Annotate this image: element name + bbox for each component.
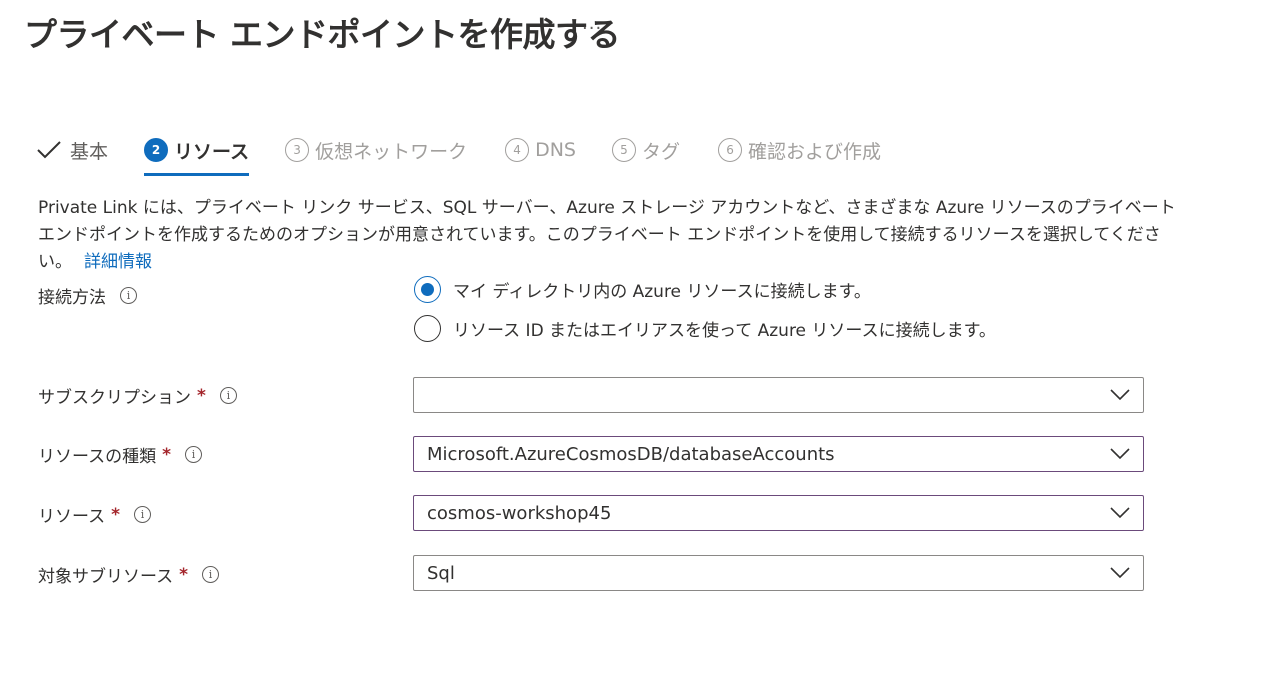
- selected-value: Microsoft.AzureCosmosDB/databaseAccounts: [427, 443, 835, 465]
- tab-resource[interactable]: 2 リソース: [144, 132, 250, 176]
- required-marker: *: [111, 504, 121, 525]
- selected-value: cosmos-workshop45: [427, 502, 612, 524]
- connection-method-label: 接続方法 i: [38, 283, 137, 308]
- resource-label: リソース * i: [38, 502, 152, 527]
- required-marker: *: [197, 385, 206, 406]
- learn-more-link[interactable]: 詳細情報: [84, 252, 152, 272]
- subscription-label: サブスクリプション * i: [38, 383, 237, 408]
- tab-virtual-network[interactable]: 3 仮想ネットワーク: [285, 132, 467, 168]
- info-icon[interactable]: i: [202, 566, 220, 583]
- info-icon[interactable]: i: [120, 287, 137, 304]
- resource-type-label: リソースの種類 * i: [38, 442, 203, 467]
- field-label: リソースの種類: [38, 447, 157, 467]
- chevron-down-icon: [1110, 448, 1130, 460]
- tab-basics[interactable]: 基本: [36, 132, 108, 168]
- step-number: 3: [285, 138, 310, 162]
- step-number: 6: [718, 138, 743, 162]
- create-private-endpoint-page: プライベート エンドポイントを作成する ··· 基本 2 リソース 3 仮想ネッ…: [0, 0, 1288, 680]
- radio-label: リソース ID またはエイリアスを使って Azure リソースに接続します。: [453, 321, 996, 341]
- tab-review-create[interactable]: 6 確認および作成: [718, 132, 881, 168]
- radio-my-directory[interactable]: マイ ディレクトリ内の Azure リソースに接続します。: [414, 276, 871, 303]
- step-number: 2: [144, 138, 169, 162]
- target-subresource-dropdown[interactable]: Sql: [413, 555, 1144, 591]
- field-label: リソース: [38, 507, 106, 527]
- chevron-down-icon: [1110, 389, 1130, 401]
- subscription-dropdown[interactable]: [413, 377, 1144, 413]
- radio-label: マイ ディレクトリ内の Azure リソースに接続します。: [453, 282, 871, 302]
- tab-label: DNS: [535, 139, 576, 161]
- tab-label: 確認および作成: [748, 140, 882, 163]
- tab-label: タグ: [642, 140, 681, 163]
- field-label: 対象サブリソース: [38, 567, 174, 587]
- required-marker: *: [179, 564, 189, 585]
- more-options-button[interactable]: ···: [582, 18, 602, 39]
- title-row: プライベート エンドポイントを作成する: [24, 8, 621, 56]
- tab-label: リソース: [174, 140, 250, 163]
- field-label: サブスクリプション: [38, 388, 191, 408]
- info-icon[interactable]: i: [219, 387, 237, 404]
- resource-type-dropdown[interactable]: Microsoft.AzureCosmosDB/databaseAccounts: [413, 436, 1144, 472]
- tab-dns[interactable]: 4 DNS: [505, 132, 576, 168]
- selected-value: Sql: [427, 562, 455, 584]
- required-marker: *: [162, 444, 172, 465]
- description: Private Link には、プライベート リンク サービス、SQL サーバー…: [38, 195, 1178, 276]
- page-title: プライベート エンドポイントを作成する: [24, 15, 621, 54]
- radio-button[interactable]: [414, 315, 441, 342]
- tab-tags[interactable]: 5 タグ: [612, 132, 680, 168]
- radio-dot: [421, 283, 434, 296]
- info-icon[interactable]: i: [185, 446, 203, 463]
- description-text: Private Link には、プライベート リンク サービス、SQL サーバー…: [38, 198, 1176, 272]
- radio-resource-id[interactable]: リソース ID またはエイリアスを使って Azure リソースに接続します。: [414, 315, 996, 342]
- tab-label: 基本: [70, 140, 109, 163]
- info-icon[interactable]: i: [134, 506, 152, 523]
- tab-label: 仮想ネットワーク: [315, 140, 468, 163]
- radio-button-checked[interactable]: [414, 276, 441, 303]
- target-subresource-label: 対象サブリソース * i: [38, 562, 220, 587]
- checkmark-icon: [37, 141, 61, 159]
- resource-dropdown[interactable]: cosmos-workshop45: [413, 495, 1144, 531]
- field-label: 接続方法: [38, 288, 106, 308]
- chevron-down-icon: [1110, 507, 1130, 519]
- wizard-tabs: 基本 2 リソース 3 仮想ネットワーク 4 DNS 5 タグ 6 確認および作…: [36, 132, 881, 176]
- step-number: 5: [612, 138, 636, 162]
- step-number: 4: [505, 138, 530, 162]
- chevron-down-icon: [1110, 567, 1130, 579]
